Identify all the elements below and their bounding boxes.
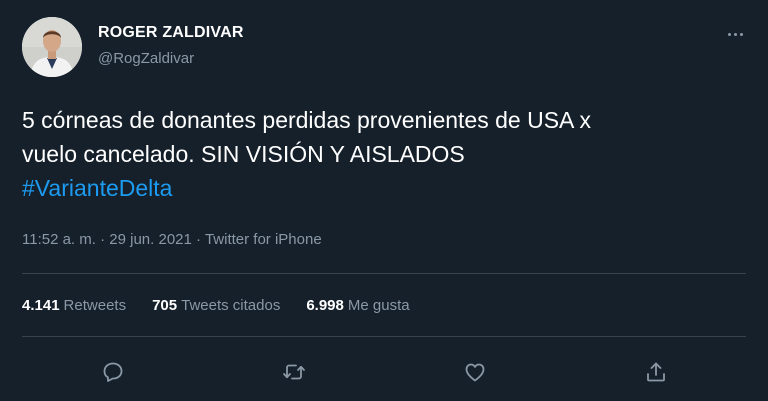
hashtag-link[interactable]: #VarianteDelta [22, 171, 752, 205]
tweet-text-line-1: 5 córneas de donantes perdidas provenien… [22, 107, 591, 133]
tweet-text-line-2: vuelo cancelado. SIN VISIÓN Y AISLADOS [22, 141, 465, 167]
tweet-source[interactable]: Twitter for iPhone [205, 231, 322, 248]
divider [22, 336, 746, 337]
tweet-date[interactable]: 29 jun. 2021 [109, 231, 192, 248]
author-name[interactable]: ROGER ZALDIVAR [98, 24, 244, 42]
meta-separator: · [196, 231, 202, 248]
retweet-icon[interactable] [274, 352, 314, 392]
likes-stat[interactable]: 6.998 Me gusta [306, 297, 409, 314]
tweet-meta: 11:52 a. m. · 29 jun. 2021 · Twitter for… [22, 231, 322, 248]
action-bar [0, 352, 768, 392]
retweets-stat[interactable]: 4.141 Retweets [22, 297, 126, 314]
like-icon[interactable] [455, 352, 495, 392]
tweet-time[interactable]: 11:52 a. m. [22, 231, 96, 248]
avatar-photo [22, 17, 82, 77]
more-options-icon[interactable] [720, 24, 750, 44]
likes-label: Me gusta [347, 297, 410, 314]
reply-icon[interactable] [93, 352, 133, 392]
author-handle[interactable]: @RogZaldivar [98, 50, 194, 67]
tweet-card: ROGER ZALDIVAR @RogZaldivar 5 córneas de… [0, 0, 768, 401]
retweets-label: Retweets [63, 297, 127, 314]
divider [22, 273, 746, 274]
retweets-count: 4.141 [22, 297, 60, 314]
tweet-text: 5 córneas de donantes perdidas provenien… [22, 103, 752, 205]
likes-count: 6.998 [306, 297, 344, 314]
tweet-stats: 4.141 Retweets 705 Tweets citados 6.998 Me … [22, 297, 410, 314]
meta-separator: · [100, 231, 106, 248]
avatar[interactable] [22, 17, 82, 77]
quotes-label: Tweets citados [181, 297, 281, 314]
quotes-count: 705 [152, 297, 178, 314]
share-icon[interactable] [636, 352, 676, 392]
quotes-stat[interactable]: 705 Tweets citados [152, 297, 280, 314]
